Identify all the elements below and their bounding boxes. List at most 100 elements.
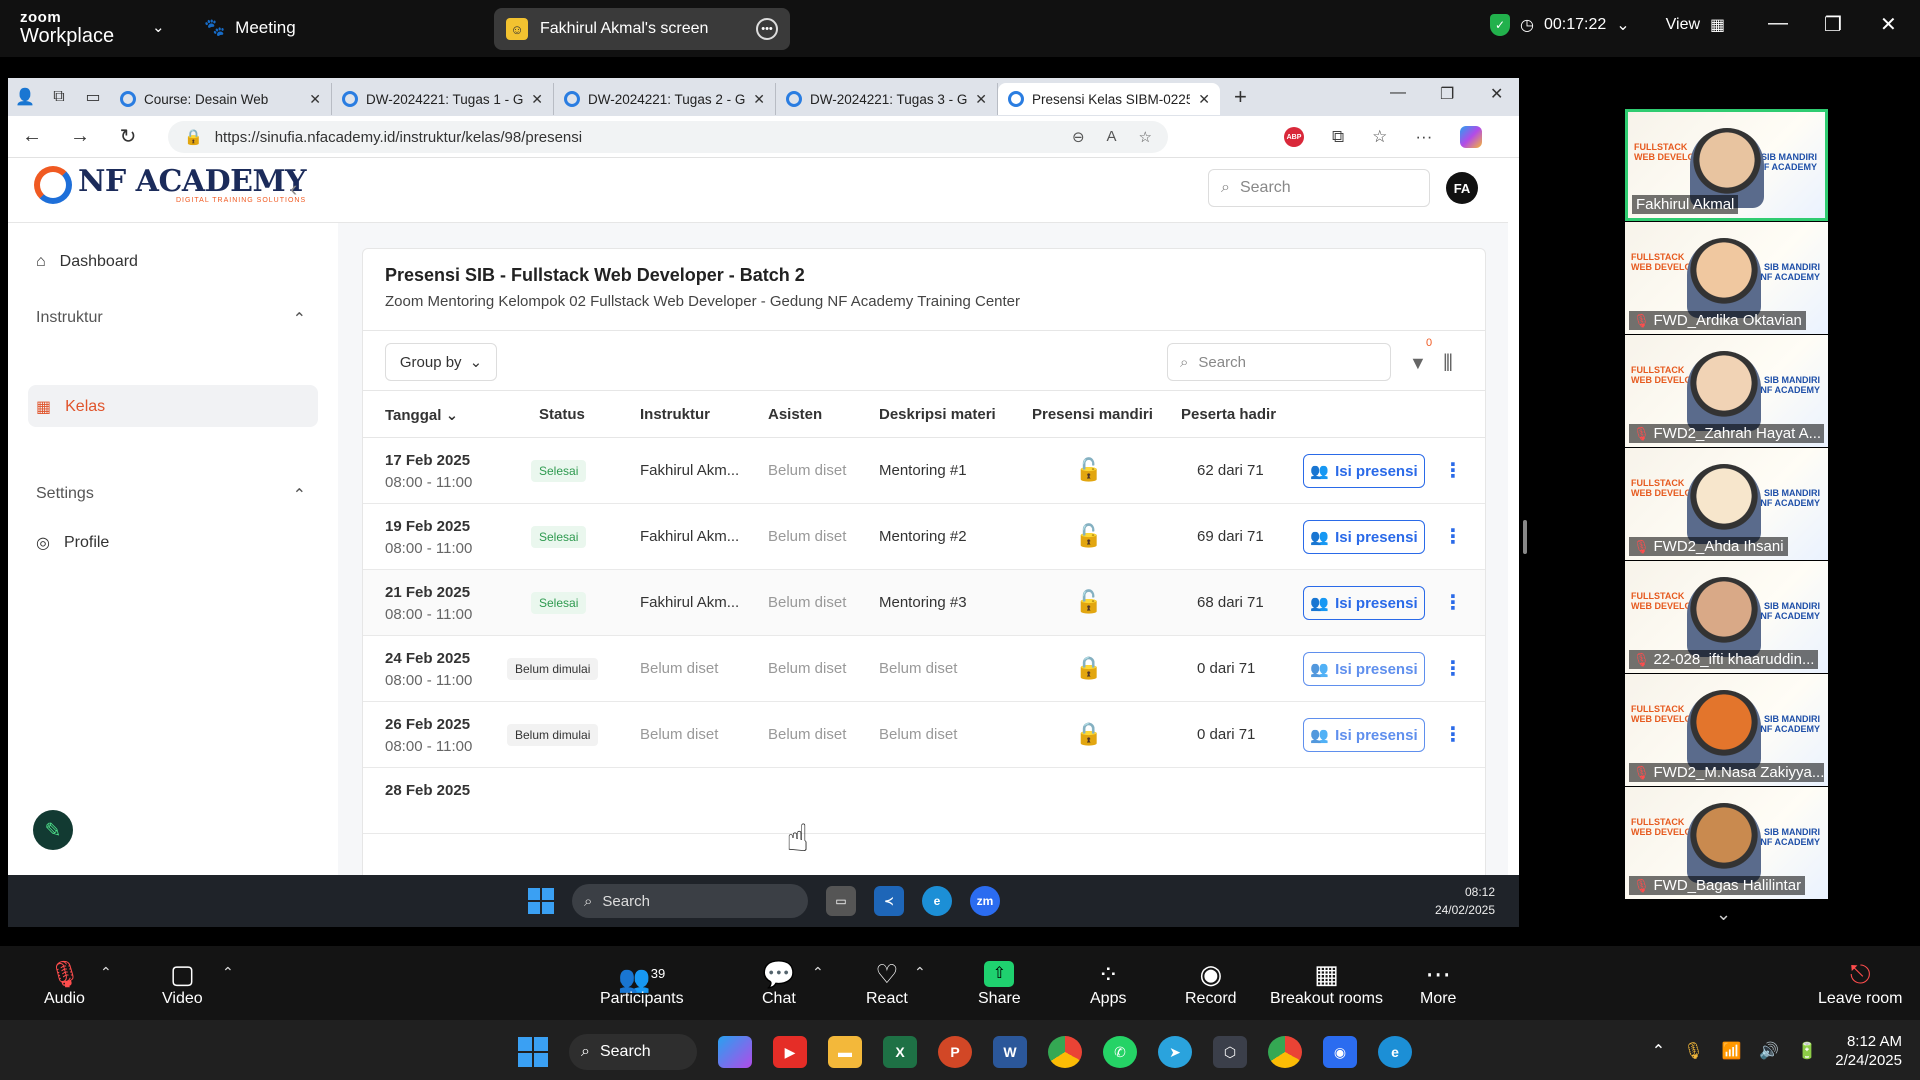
chevron-up-icon[interactable]: ⌃ xyxy=(812,964,824,981)
tab-presensi[interactable]: Presensi Kelas SIBM-0225- ✕ xyxy=(998,83,1220,115)
participant-tile[interactable]: FULLSTACK WEB DEVELOPER SIB MANDIRI NF ACAD… xyxy=(1625,561,1828,673)
participant-tile[interactable]: FULLSTACK WEB DEVELOPER SIB MANDIRI NF ACAD… xyxy=(1625,448,1828,560)
row-menu-icon[interactable]: ⋮ xyxy=(1443,458,1463,483)
sidebar-item-profile[interactable]: ◎ Profile xyxy=(36,533,109,553)
participant-tile[interactable]: FULLSTACK WEB DEVELOPER SIB MANDIRI NF ACAD… xyxy=(1625,222,1828,334)
participants-button[interactable]: 👥39 Participants xyxy=(600,958,684,1008)
close-icon[interactable]: ✕ xyxy=(1880,12,1897,37)
virtualbox-icon[interactable]: ⬡ xyxy=(1213,1036,1247,1068)
unlocked-icon[interactable]: 🔓 xyxy=(1075,523,1102,549)
react-button[interactable]: ♡ React xyxy=(866,958,908,1008)
more-options-icon[interactable]: ••• xyxy=(756,18,778,40)
volume-icon[interactable]: 🔊 xyxy=(1759,1041,1779,1061)
unlocked-icon[interactable]: 🔓 xyxy=(1075,589,1102,615)
chevron-up-icon[interactable]: ⌃ xyxy=(1652,1041,1665,1061)
meeting-menu[interactable]: 🐾 Meeting xyxy=(204,18,296,38)
breakout-rooms-button[interactable]: ▦ Breakout rooms xyxy=(1270,958,1383,1008)
row-menu-icon[interactable]: ⋮ xyxy=(1443,590,1463,615)
participant-tile[interactable]: FULLSTACK WEB DEVELOPER SIB MANDIRI NF ACAD… xyxy=(1625,787,1828,899)
close-icon[interactable]: ✕ xyxy=(1490,84,1503,104)
group-by-dropdown[interactable]: Group by ⌄ xyxy=(385,343,497,381)
url-field[interactable]: 🔒 https://sinufia.nfacademy.id/instruktu… xyxy=(168,121,1168,153)
restore-icon[interactable]: ❐ xyxy=(1440,84,1454,104)
favorites-icon[interactable]: ☆ xyxy=(1372,127,1387,147)
table-search-input[interactable]: ⌕ Search xyxy=(1167,343,1391,381)
zoom-app-icon[interactable]: zm xyxy=(970,886,1000,916)
workspaces-icon[interactable]: ⧉ xyxy=(42,82,76,112)
participant-tile[interactable]: FULLSTACK WEB DEVELOPER SIB MANDIRI NF ACAD… xyxy=(1625,109,1828,221)
row-menu-icon[interactable]: ⋮ xyxy=(1443,722,1463,747)
forward-icon[interactable]: → xyxy=(56,125,104,148)
extensions-icon[interactable]: ⧉ xyxy=(1332,127,1344,147)
taskbar-search[interactable]: ⌕ Search xyxy=(572,884,808,918)
lock-icon[interactable]: 🔒 xyxy=(1075,721,1102,747)
restore-icon[interactable]: ❐ xyxy=(1824,12,1842,37)
isi-presensi-button[interactable]: 👥 Isi presensi xyxy=(1303,586,1425,620)
back-icon[interactable]: ← xyxy=(8,125,56,148)
new-tab-icon[interactable]: + xyxy=(1234,84,1247,110)
zoom-out-icon[interactable]: ⊖ xyxy=(1072,128,1085,146)
chrome-icon[interactable] xyxy=(1048,1036,1082,1068)
tab-tugas-2[interactable]: DW-2024221: Tugas 2 - Gr ✕ xyxy=(554,83,776,115)
screen-share-indicator[interactable]: ☺ Fakhirul Akmal's screen ••• xyxy=(494,8,790,50)
security-shield-icon[interactable]: ✓ xyxy=(1490,14,1510,36)
sidebar-section-settings[interactable]: Settings ⌃ xyxy=(36,485,306,505)
leave-room-button[interactable]: ⎋ Leave room xyxy=(1818,958,1903,1008)
reload-icon[interactable]: ↻ xyxy=(104,124,152,149)
microphone-icon[interactable]: 🎙 xyxy=(1683,1041,1703,1061)
word-icon[interactable]: W xyxy=(993,1036,1027,1068)
wifi-icon[interactable]: 📶 xyxy=(1722,1041,1742,1061)
taskbar-search[interactable]: ⌕ Search xyxy=(569,1034,697,1070)
copilot-icon[interactable] xyxy=(718,1036,752,1068)
apps-button[interactable]: ⁘ Apps xyxy=(1090,958,1126,1008)
sidebar-section-instruktur[interactable]: Instruktur ⌃ xyxy=(36,309,306,329)
tab-course[interactable]: Course: Desain Web ✕ xyxy=(110,83,332,115)
more-button[interactable]: ⋯ More xyxy=(1420,958,1456,1008)
chevron-up-icon[interactable]: ⌃ xyxy=(100,964,112,981)
minimize-icon[interactable]: — xyxy=(1768,12,1788,35)
read-aloud-icon[interactable]: A xyxy=(1107,128,1117,146)
edge-icon[interactable]: e xyxy=(1378,1036,1412,1068)
sidebar-item-dashboard[interactable]: ⌂ Dashboard xyxy=(36,253,138,271)
row-menu-icon[interactable]: ⋮ xyxy=(1443,656,1463,681)
row-menu-icon[interactable]: ⋮ xyxy=(1443,524,1463,549)
site-info-icon[interactable]: 🔒 xyxy=(184,128,203,146)
close-tab-icon[interactable]: ✕ xyxy=(975,91,987,108)
battery-icon[interactable]: 🔋 xyxy=(1797,1041,1817,1061)
view-button[interactable]: View xyxy=(1666,16,1700,34)
excel-icon[interactable]: X xyxy=(883,1036,917,1068)
close-tab-icon[interactable]: ✕ xyxy=(531,91,543,108)
copilot-icon[interactable] xyxy=(1460,126,1483,148)
zoom-taskbar-icon[interactable]: ◉ xyxy=(1323,1036,1357,1068)
tab-tugas-1[interactable]: DW-2024221: Tugas 1 - Gr ✕ xyxy=(332,83,554,115)
video-button[interactable]: ▢ Video xyxy=(162,958,203,1008)
windows-start-icon[interactable] xyxy=(518,1037,548,1067)
telegram-icon[interactable]: ➤ xyxy=(1158,1036,1192,1068)
panel-resize-handle[interactable] xyxy=(1523,520,1527,554)
minimize-icon[interactable]: — xyxy=(1390,84,1406,102)
filter-icon[interactable]: ▼ xyxy=(1409,353,1427,374)
vscode-icon[interactable]: ≺ xyxy=(874,886,904,916)
header-search-input[interactable]: ⌕ Search xyxy=(1208,169,1430,207)
columns-icon[interactable]: ||| xyxy=(1443,351,1453,372)
chevron-down-icon[interactable]: ⌄ xyxy=(152,18,165,36)
collapse-sidebar-icon[interactable]: ‹ xyxy=(290,176,297,202)
close-tab-icon[interactable]: ✕ xyxy=(753,91,765,108)
isi-presensi-button[interactable]: 👥 Isi presensi xyxy=(1303,520,1425,554)
edit-pencil-icon[interactable]: ✎ xyxy=(33,810,73,850)
task-view-icon[interactable]: ▭ xyxy=(826,886,856,916)
nf-academy-logo[interactable]: NF ACADEMY DIGITAL TRAINING SOLUTIONS xyxy=(34,166,307,204)
chevron-up-icon[interactable]: ⌃ xyxy=(222,964,234,981)
isi-presensi-button[interactable]: 👥 Isi presensi xyxy=(1303,718,1425,752)
taskbar-clock[interactable]: 8:12 AM 2/24/2025 xyxy=(1835,1032,1902,1070)
whatsapp-icon[interactable]: ✆ xyxy=(1103,1036,1137,1068)
unlocked-icon[interactable]: 🔓 xyxy=(1075,457,1102,483)
settings-more-icon[interactable]: ··· xyxy=(1415,127,1432,147)
adblock-icon[interactable]: ABP xyxy=(1284,127,1304,147)
chevron-down-icon[interactable]: ⌄ xyxy=(1616,15,1629,35)
youtube-icon[interactable]: ▶ xyxy=(773,1036,807,1068)
grid-view-icon[interactable]: ▦ xyxy=(1710,15,1725,35)
tab-tugas-3[interactable]: DW-2024221: Tugas 3 - Gr ✕ xyxy=(776,83,998,115)
participant-tile[interactable]: FULLSTACK WEB DEVELOPER SIB MANDIRI NF ACAD… xyxy=(1625,335,1828,447)
windows-start-icon[interactable] xyxy=(528,888,554,914)
